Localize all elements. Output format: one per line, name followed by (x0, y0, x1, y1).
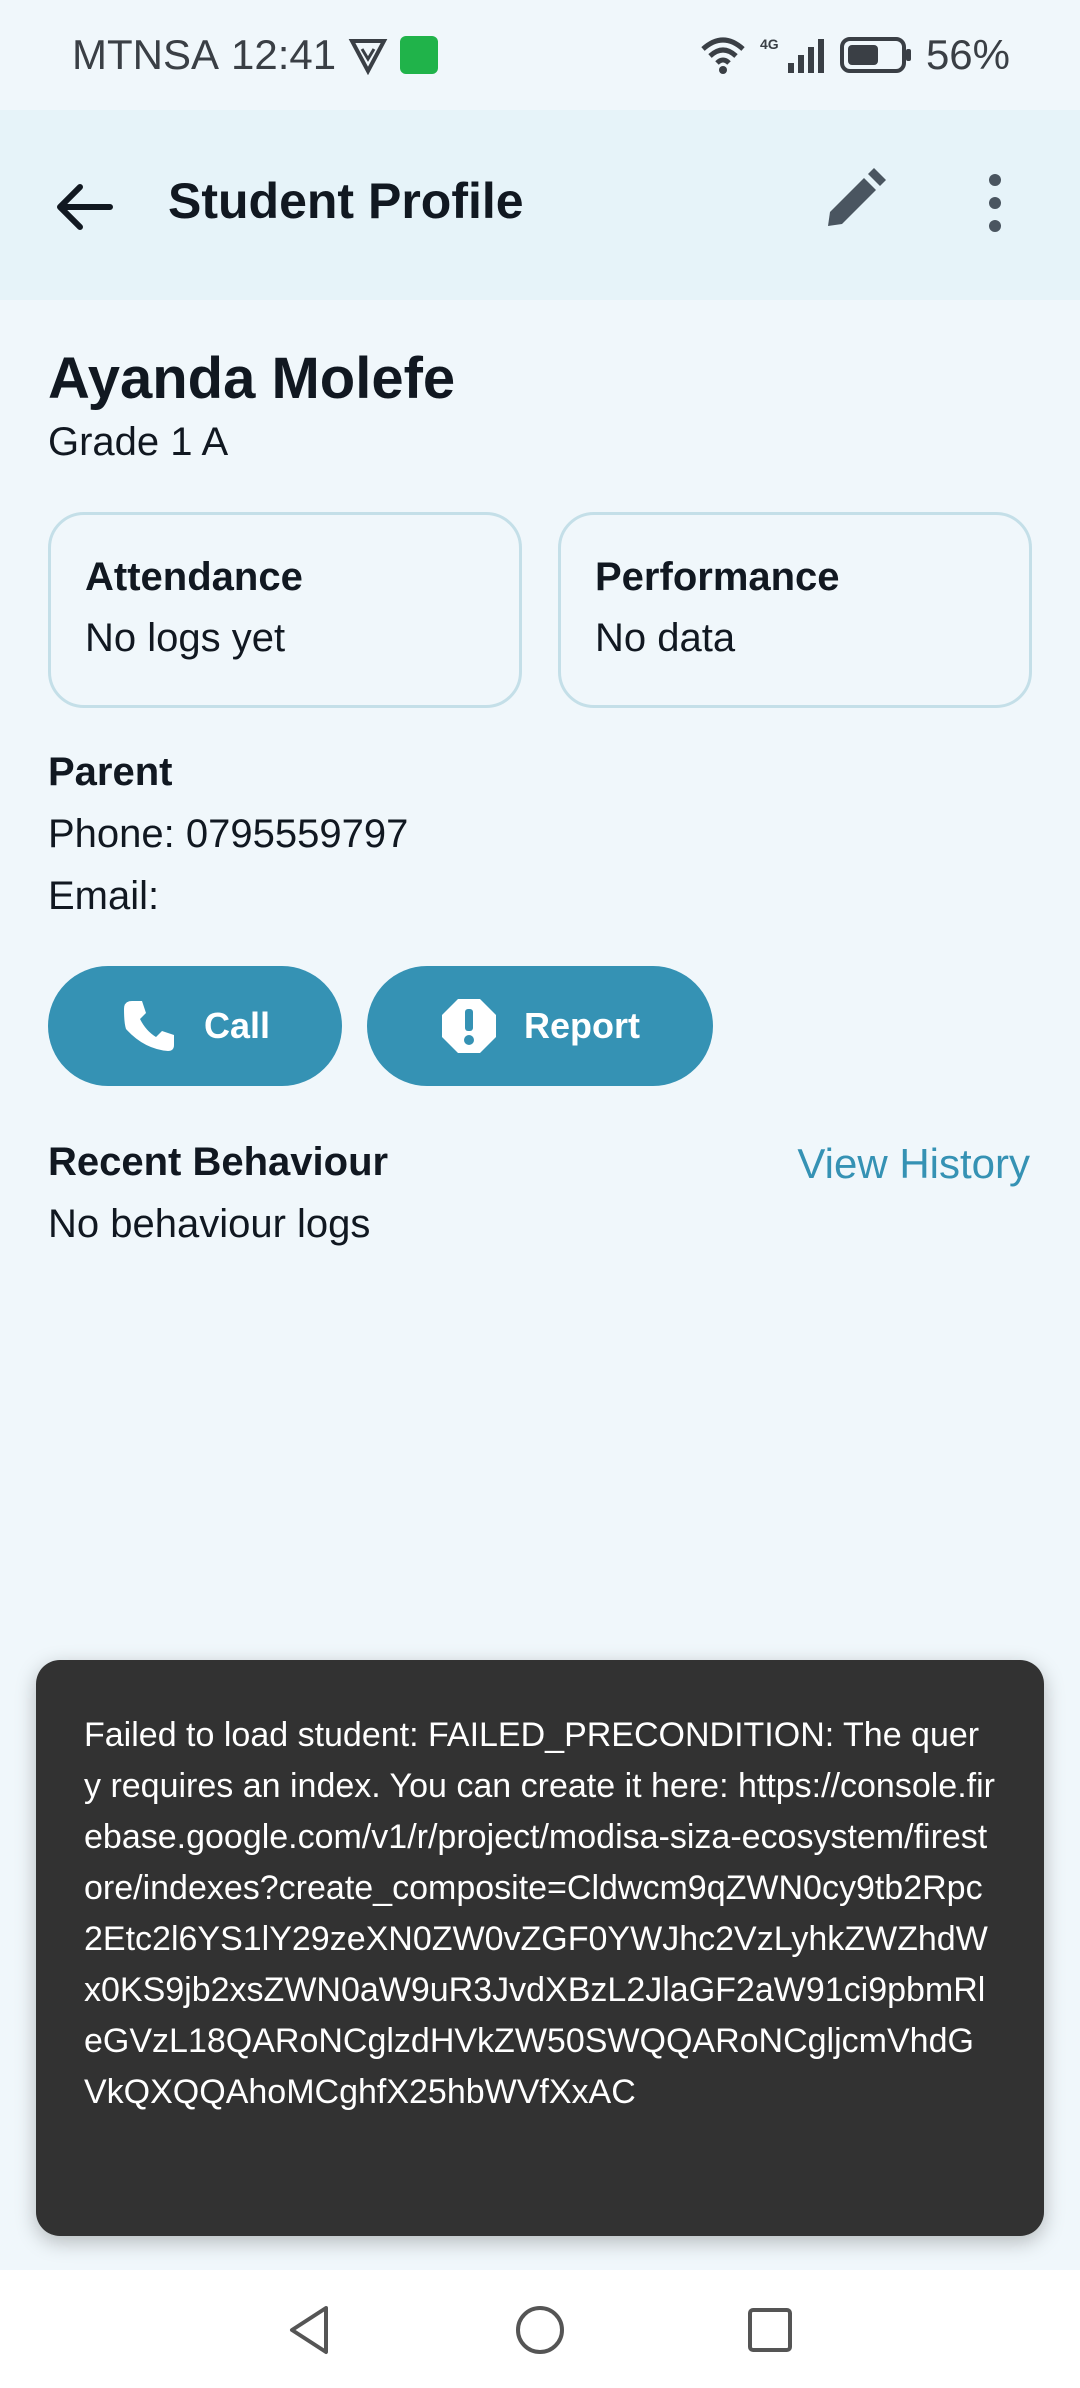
back-button[interactable] (50, 172, 120, 242)
view-history-link[interactable]: View History (797, 1140, 1030, 1188)
carrier-label: MTNSA (72, 31, 219, 78)
more-options-button[interactable] (975, 168, 1015, 238)
nav-home-button[interactable] (510, 2300, 570, 2360)
call-button-label: Call (203, 1005, 271, 1046)
wifi-icon (700, 35, 746, 75)
battery-percent: 56% (925, 31, 1010, 78)
attendance-card[interactable]: Attendance No logs yet (48, 512, 522, 708)
nav-back-button[interactable] (280, 2300, 340, 2360)
more-vertical-icon (989, 174, 1001, 232)
performance-card[interactable]: Performance No data (558, 512, 1032, 708)
circle-home-icon (516, 2306, 564, 2354)
report-button-label: Report (524, 1005, 640, 1046)
app-notification-icon (400, 36, 439, 74)
call-button[interactable]: Call (48, 966, 342, 1086)
network-type-label: 4G (760, 36, 779, 52)
square-recents-icon (748, 2308, 792, 2352)
cellular-signal-icon: 4G (760, 35, 826, 75)
status-left: MTNSA 12:41 (72, 31, 439, 79)
system-nav-bar (0, 2270, 1080, 2388)
battery-icon (839, 35, 912, 75)
app-bar: Student Profile (0, 110, 1080, 300)
student-grade: Grade 1 A (48, 420, 229, 464)
phone-icon (123, 1001, 174, 1051)
page-title: Student Profile (168, 173, 524, 229)
attendance-card-value: No logs yet (85, 616, 286, 660)
parent-email: Email: (48, 874, 160, 918)
attendance-card-title: Attendance (85, 555, 303, 599)
performance-card-title: Performance (595, 555, 840, 599)
nav-recents-button[interactable] (740, 2300, 800, 2360)
snackbar-message: Failed to load student: FAILED_PRECONDIT… (84, 1716, 995, 2111)
recent-behaviour-heading: Recent Behaviour (48, 1140, 389, 1184)
parent-heading: Parent (48, 750, 173, 794)
pencil-icon (828, 168, 886, 226)
status-bar: MTNSA 12:41 4G 56% (0, 0, 1080, 110)
parent-phone: Phone: 0795559797 (48, 812, 409, 856)
behaviour-empty-text: No behaviour logs (48, 1202, 371, 1246)
clock: 12:41 (231, 31, 337, 78)
arrow-left-icon (57, 184, 113, 230)
triangle-back-icon (290, 2306, 328, 2354)
error-snackbar: Failed to load student: FAILED_PRECONDIT… (36, 1660, 1044, 2236)
status-right: 4G 56% (700, 31, 1010, 79)
alert-octagon-icon (442, 999, 496, 1053)
performance-card-value: No data (595, 616, 736, 660)
student-name: Ayanda Molefe (48, 346, 456, 411)
vpn-shield-icon (348, 35, 388, 75)
report-button[interactable]: Report (367, 966, 713, 1086)
edit-button[interactable] (820, 168, 886, 234)
